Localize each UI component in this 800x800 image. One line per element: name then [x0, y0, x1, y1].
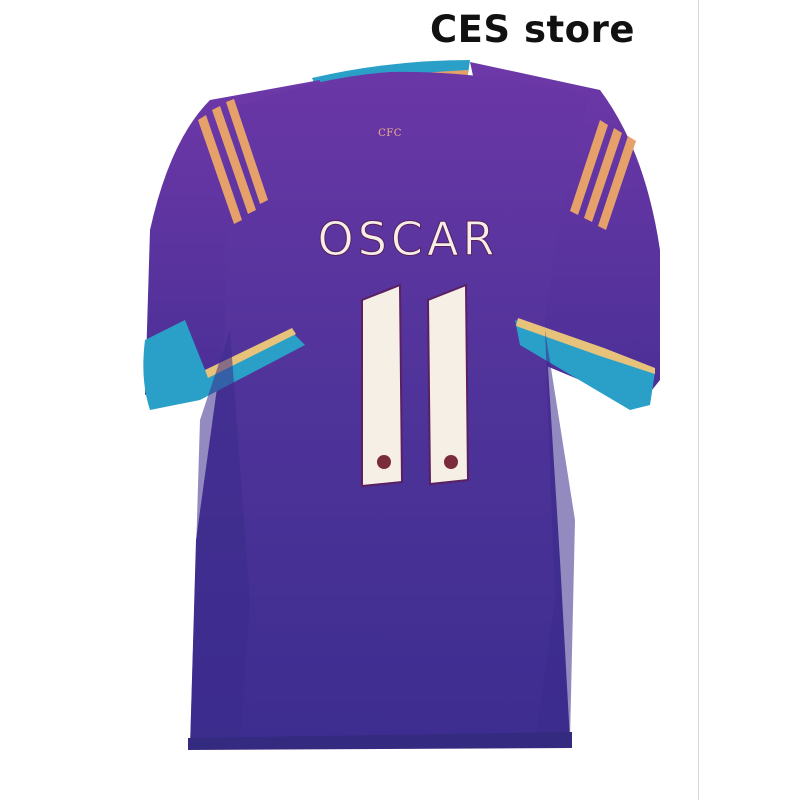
number-digit-right	[426, 283, 470, 486]
player-name: OSCAR	[318, 212, 499, 266]
crest-text: CFC	[378, 128, 402, 139]
league-logo-right	[444, 455, 458, 469]
league-logo-left	[377, 455, 391, 469]
jersey-photo: CFC OSCAR	[143, 60, 660, 750]
